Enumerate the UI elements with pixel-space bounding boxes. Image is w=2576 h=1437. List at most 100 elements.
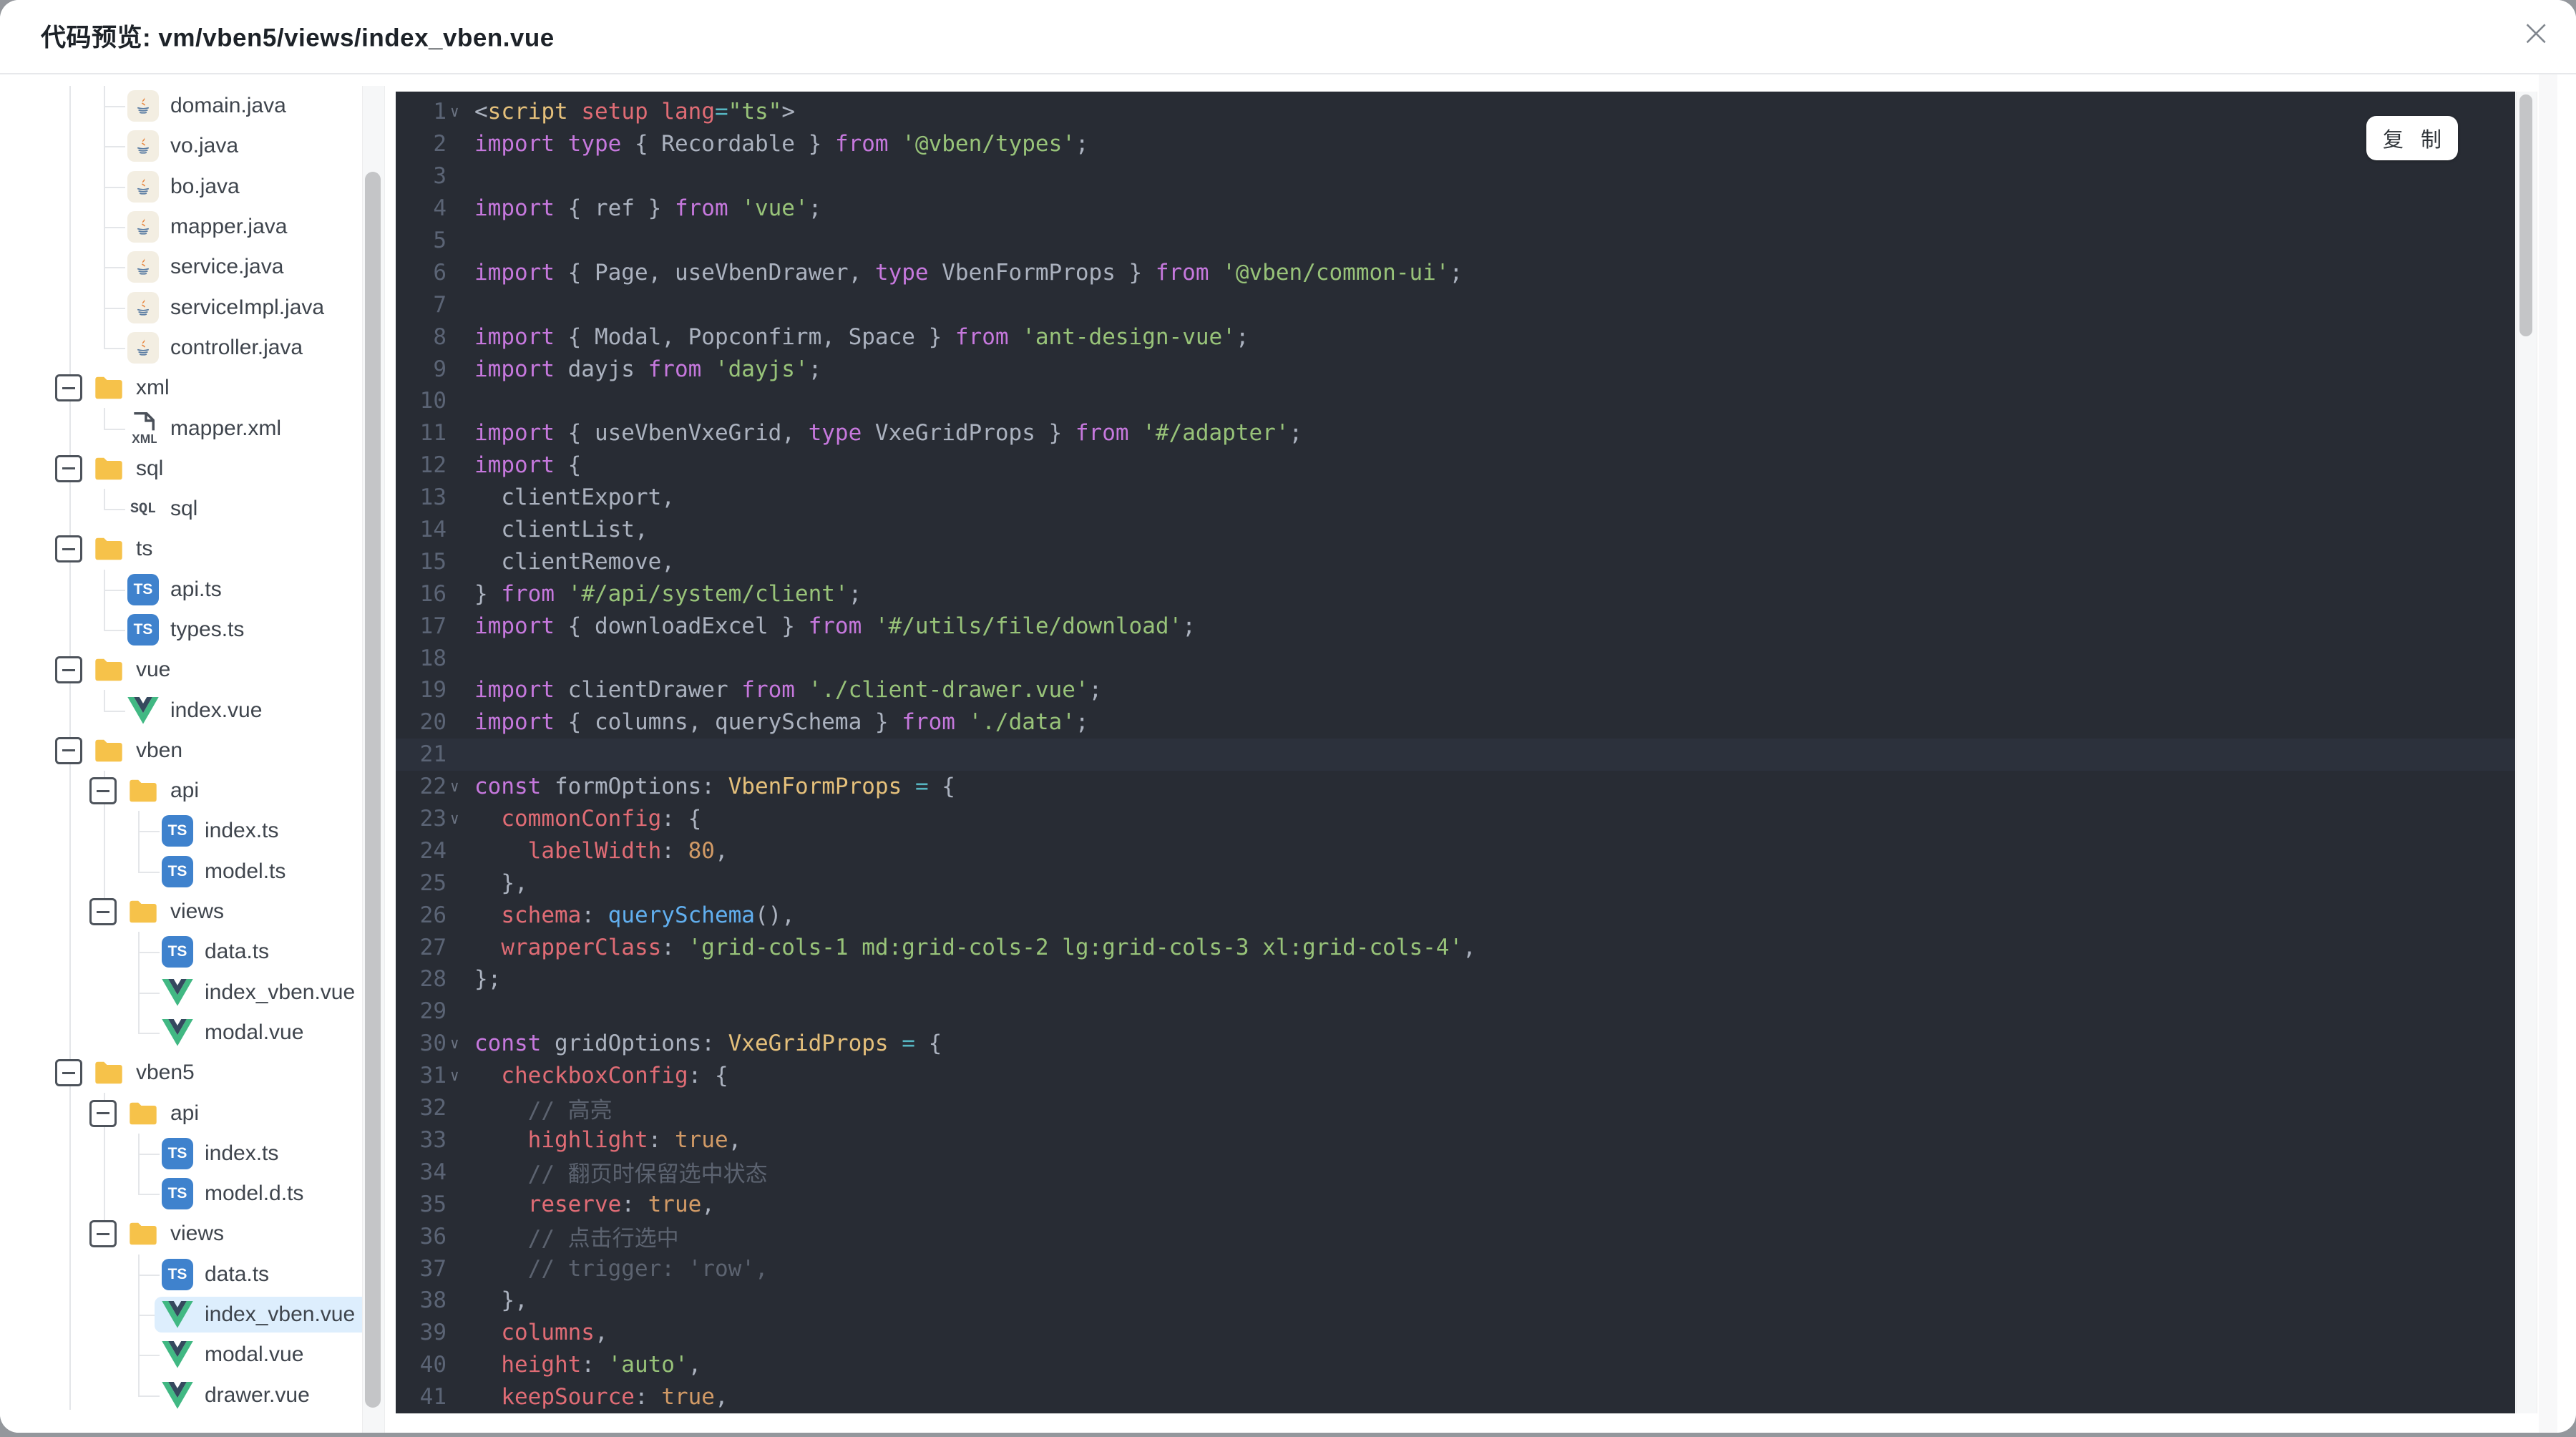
tree-item-views[interactable]: views [0,1214,390,1254]
tree-item-label: index_vben.vue [205,1302,356,1327]
tree-item-types.ts[interactable]: TS types.ts [0,609,390,650]
tree-item-xml[interactable]: xml [0,368,390,408]
code-text: import { useVbenVxeGrid, type VxeGridPro… [474,420,1303,447]
code-line-4: 4 import { ref } from 'vue'; [396,193,2515,225]
tree-item-index.ts[interactable]: TS index.ts [0,811,390,852]
vue-file-icon [162,977,193,1008]
vue-file-icon [162,1339,193,1370]
code-line-9: 9 import dayjs from 'dayjs'; [396,353,2515,385]
collapse-minus-icon[interactable] [89,1099,117,1127]
tree-guide-line [138,871,160,873]
tree-item-label: index.ts [205,1141,279,1165]
tree-guide-line [138,1174,140,1194]
tree-item-drawer.vue[interactable]: drawer.vue [0,1375,390,1416]
tree-item-vo.java[interactable]: vo.java [0,126,390,167]
collapse-minus-icon[interactable] [55,454,82,482]
collapse-minus-icon[interactable] [55,535,82,563]
code-line-30: 30 ∨ const gridOptions: VxeGridProps = { [396,1028,2515,1060]
tree-item-index_vben.vue[interactable]: index_vben.vue [0,1294,390,1335]
code-line-7: 7 [396,288,2515,321]
close-icon[interactable]: × [2520,14,2552,52]
tree-guide-line [104,227,125,229]
tree-item-data.ts[interactable]: TS data.ts [0,1254,390,1295]
tree-item-vue[interactable]: vue [0,650,390,690]
code-text: import { [474,452,582,479]
line-number: 3 [433,163,447,190]
tree-item-mapper.java[interactable]: mapper.java [0,206,390,248]
code-editor[interactable]: 1 ∨ <script setup lang="ts"> 2 import type {… [396,92,2515,1413]
code-line-31: 31 ∨ checkboxConfig: { [396,1060,2515,1092]
tree-item-api.ts[interactable]: TS api.ts [0,569,390,610]
code-line-37: 37 // trigger: 'row', [396,1252,2515,1285]
tree-item-api[interactable]: api [0,771,390,812]
tree-item-sql[interactable]: sql [0,449,390,489]
folder-icon [93,735,125,766]
collapse-minus-icon[interactable] [55,1059,82,1087]
tree-guide-line [104,811,105,852]
tree-guide-line [138,1395,160,1397]
tree-guide-line [138,1274,160,1276]
collapse-minus-icon[interactable] [55,374,82,402]
code-line-38: 38 }, [396,1285,2515,1317]
tree-item-label: modal.vue [205,1343,304,1367]
code-text: // 翻页时保留选中状态 [474,1161,768,1188]
tree-item-label: sql [170,497,198,521]
fold-chevron-icon[interactable]: ∨ [447,1067,474,1084]
xml-file-icon: XML [127,411,159,445]
tree-guide-line [104,509,125,511]
collapse-minus-icon[interactable] [89,898,117,926]
sql-file-icon: SQL [130,500,156,517]
tree-item-api[interactable]: api [0,1093,390,1134]
tree-guide-line [104,609,105,630]
tree-item-service.java[interactable]: service.java [0,247,390,288]
collapse-minus-icon[interactable] [55,656,82,684]
tree-item-label: model.d.ts [205,1182,304,1206]
tree-item-label: modal.vue [205,1020,304,1044]
tree-guide-line [104,347,125,349]
tree-item-label: ts [136,537,153,561]
tree-item-ts[interactable]: ts [0,529,390,569]
line-number: 22 [419,774,447,800]
code-line-28: 28}; [396,963,2515,995]
line-number: 36 [419,1223,447,1250]
tree-item-modal.vue[interactable]: modal.vue [0,1012,390,1053]
tree-item-bo.java[interactable]: bo.java [0,166,390,207]
tree-item-sql[interactable]: SQL sql [0,488,390,529]
fold-chevron-icon[interactable]: ∨ [447,1035,474,1052]
tree-item-index_vben.vue[interactable]: index_vben.vue [0,972,390,1013]
tree-item-vben[interactable]: vben [0,731,390,771]
copy-button[interactable]: 复 制 [2366,116,2458,160]
tree-item-views[interactable]: views [0,891,390,932]
sidebar-scrollbar-thumb[interactable] [365,172,381,1408]
tree-guide-line [104,851,105,892]
tree-guide-line [104,106,125,108]
collapse-minus-icon[interactable] [89,777,117,805]
tree-guide-line [104,488,105,510]
tree-item-model.ts[interactable]: TS model.ts [0,851,390,892]
fold-chevron-icon[interactable]: ∨ [447,810,474,827]
outer-scrollbar-track[interactable] [2539,74,2557,1433]
tree-item-controller.java[interactable]: controller.java [0,327,390,368]
tree-item-label: index.ts [205,819,279,843]
tree-item-serviceImpl.java[interactable]: serviceImpl.java [0,287,390,328]
code-line-24: 24 labelWidth: 80, [396,834,2515,867]
folder-icon [93,533,125,565]
tree-item-model.d.ts[interactable]: TS model.d.ts [0,1174,390,1214]
fold-chevron-icon[interactable]: ∨ [447,103,474,120]
tree-item-mapper.xml[interactable]: XML mapper.xml [0,408,390,448]
typescript-file-icon: TS [127,614,159,646]
tree-item-vben5[interactable]: vben5 [0,1053,390,1093]
tree-item-domain.java[interactable]: domain.java [0,86,390,127]
tree-item-index.ts[interactable]: TS index.ts [0,1133,390,1174]
tree-item-index.vue[interactable]: index.vue [0,690,390,730]
line-number: 10 [419,388,447,414]
code-scrollbar-thumb[interactable] [2519,94,2532,336]
code-line-19: 19 import clientDrawer from './client-dra… [396,674,2515,706]
code-line-5: 5 [396,225,2515,257]
tree-item-modal.vue[interactable]: modal.vue [0,1335,390,1375]
fold-chevron-icon[interactable]: ∨ [447,778,474,795]
tree-item-label: mapper.xml [170,416,282,440]
collapse-minus-icon[interactable] [89,1220,117,1248]
tree-item-data.ts[interactable]: TS data.ts [0,932,390,973]
collapse-minus-icon[interactable] [55,736,82,764]
